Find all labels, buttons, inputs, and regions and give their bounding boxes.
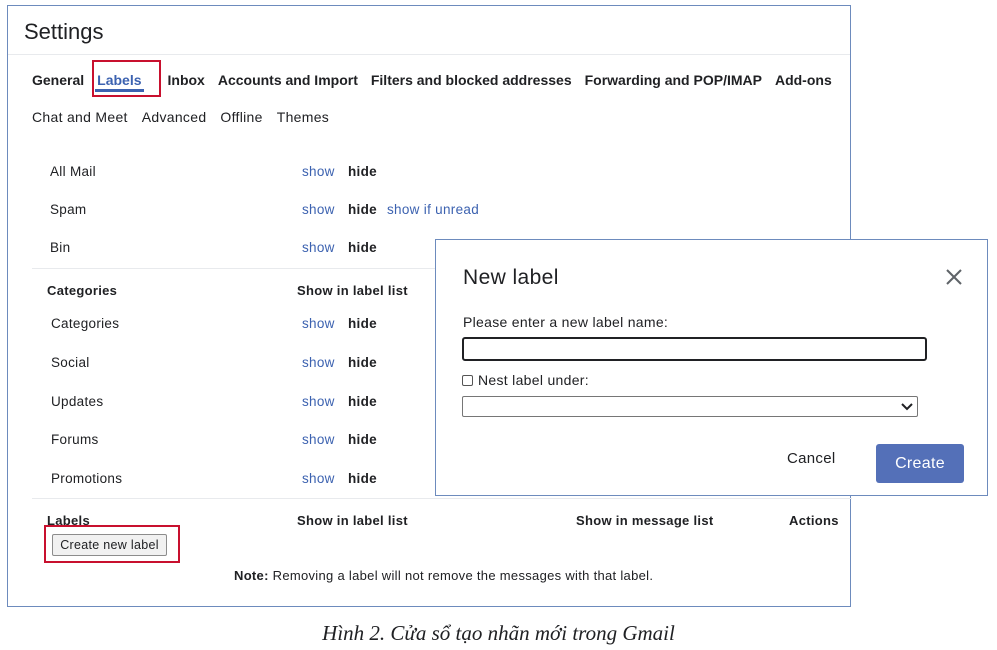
- tab-add-ons[interactable]: Add-ons: [775, 72, 832, 88]
- hide-option[interactable]: hide: [348, 316, 377, 331]
- tab-forwarding[interactable]: Forwarding and POP/IMAP: [585, 72, 762, 88]
- create-button[interactable]: Create: [876, 444, 964, 483]
- show-link[interactable]: show: [302, 471, 335, 486]
- label-name-all-mail: All Mail: [50, 164, 96, 179]
- settings-tabs-secondary: Chat and Meet Advanced Offline Themes: [32, 109, 343, 125]
- chevron-down-icon: [901, 403, 913, 411]
- hide-option[interactable]: hide: [348, 432, 377, 447]
- show-link[interactable]: show: [302, 240, 335, 255]
- tab-offline[interactable]: Offline: [220, 109, 262, 125]
- figure-caption: Hình 2. Cửa sổ tạo nhãn mới trong Gmail: [322, 621, 675, 645]
- section-divider: [32, 498, 852, 499]
- categories-header: Categories: [47, 283, 118, 298]
- actions-header: Actions: [789, 513, 839, 528]
- hide-option[interactable]: hide: [348, 164, 377, 179]
- note-body: Removing a label will not remove the mes…: [268, 568, 654, 583]
- tab-chat-and-meet[interactable]: Chat and Meet: [32, 109, 128, 125]
- category-name: Social: [51, 355, 90, 370]
- show-link[interactable]: show: [302, 202, 335, 217]
- tab-filters[interactable]: Filters and blocked addresses: [371, 72, 572, 88]
- cancel-button[interactable]: Cancel: [787, 450, 836, 467]
- show-link[interactable]: show: [302, 394, 335, 409]
- show-link[interactable]: show: [302, 164, 335, 179]
- tab-general[interactable]: General: [32, 72, 84, 88]
- nest-label-option[interactable]: Nest label under:: [462, 372, 589, 388]
- note-prefix: Note:: [234, 568, 269, 583]
- category-name: Forums: [51, 432, 99, 447]
- label-name-prompt: Please enter a new label name:: [463, 314, 669, 330]
- close-icon[interactable]: [941, 264, 967, 290]
- page-title: Settings: [24, 19, 104, 44]
- create-new-label-button[interactable]: Create new label: [52, 534, 167, 556]
- label-name-spam: Spam: [50, 202, 87, 217]
- show-link[interactable]: show: [302, 316, 335, 331]
- hide-option[interactable]: hide: [348, 355, 377, 370]
- title-divider: [8, 54, 850, 55]
- show-link[interactable]: show: [302, 355, 335, 370]
- label-name-bin: Bin: [50, 240, 71, 255]
- parent-label-select[interactable]: [462, 396, 918, 417]
- show-if-unread-link[interactable]: show if unread: [387, 202, 479, 217]
- category-name: Categories: [51, 316, 120, 331]
- label-name-input[interactable]: [462, 337, 927, 361]
- hide-option[interactable]: hide: [348, 471, 377, 486]
- nest-label-checkbox[interactable]: [462, 374, 473, 386]
- tab-accounts-and-import[interactable]: Accounts and Import: [218, 72, 358, 88]
- nest-label-text: Nest label under:: [478, 372, 589, 388]
- hide-option[interactable]: hide: [348, 394, 377, 409]
- tab-themes[interactable]: Themes: [277, 109, 329, 125]
- hide-option[interactable]: hide: [348, 202, 377, 217]
- show-link[interactable]: show: [302, 432, 335, 447]
- category-name: Updates: [51, 394, 104, 409]
- note-text: Note: Removing a label will not remove t…: [234, 568, 653, 583]
- tab-inbox[interactable]: Inbox: [168, 72, 205, 88]
- dialog-title: New label: [463, 266, 559, 289]
- category-name: Promotions: [51, 471, 123, 486]
- show-in-message-list-header: Show in message list: [576, 513, 714, 528]
- labels-tab-highlight: [92, 60, 161, 97]
- hide-option[interactable]: hide: [348, 240, 377, 255]
- new-label-dialog: New label Please enter a new label name:…: [435, 239, 988, 496]
- tab-advanced[interactable]: Advanced: [142, 109, 207, 125]
- show-in-label-list-header: Show in label list: [297, 513, 408, 528]
- show-in-label-list-header: Show in label list: [297, 283, 408, 298]
